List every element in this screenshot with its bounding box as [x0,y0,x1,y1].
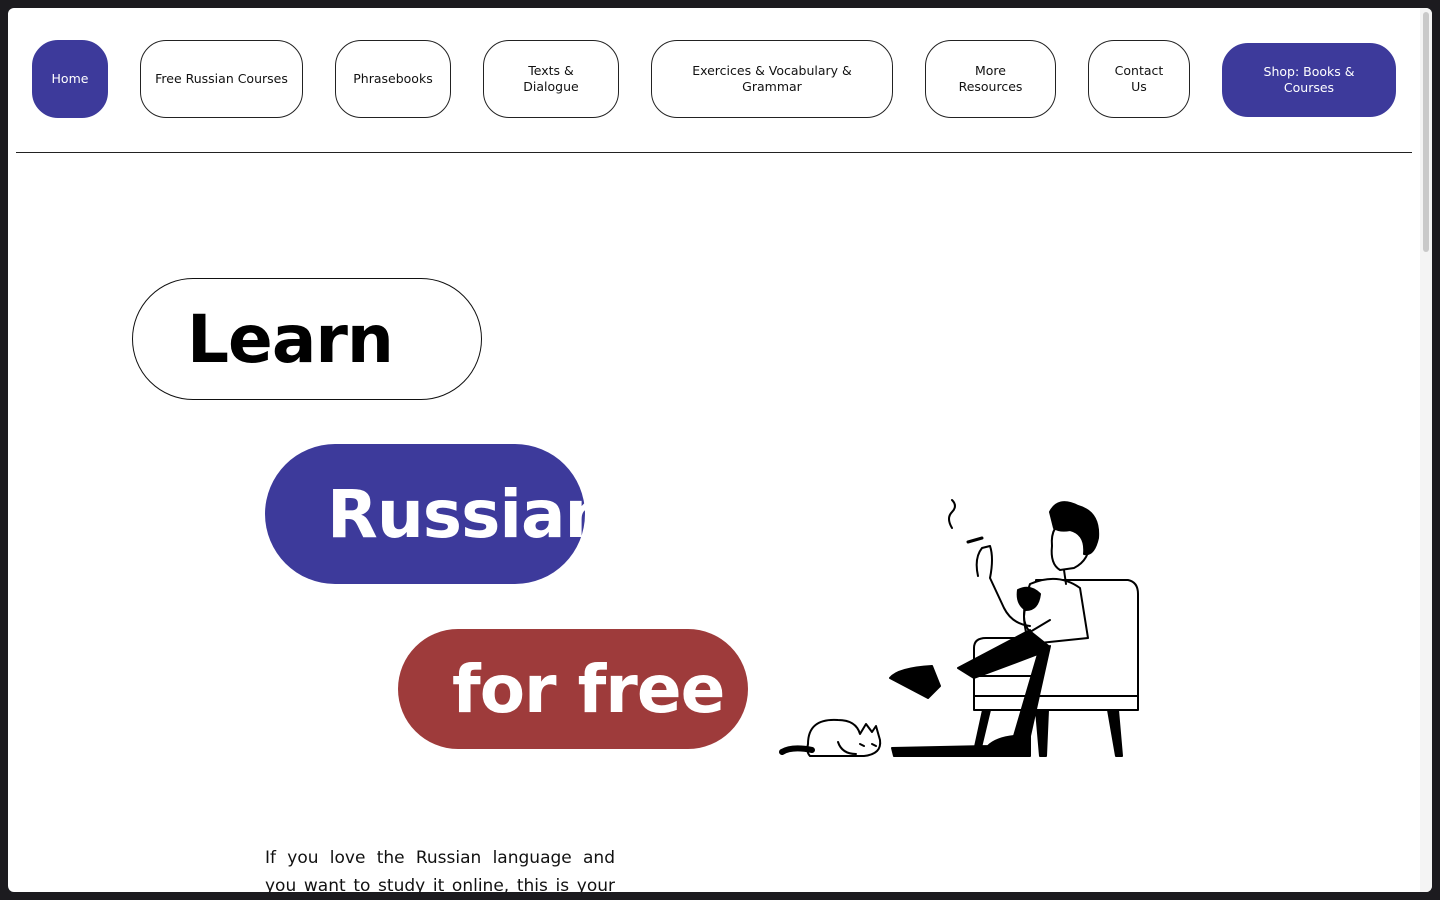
nav-free-russian-courses-button[interactable]: Free Russian Courses [140,40,303,118]
nav-phrasebooks-button[interactable]: Phrasebooks [335,40,451,118]
hero-pill-learn: Learn [132,278,482,400]
nav-more-resources-button[interactable]: More Resources [925,40,1056,118]
man-in-armchair-with-cat-illustration [779,499,1139,757]
scrollbar-thumb[interactable] [1423,12,1429,252]
hero-word-for-free: for free [452,650,725,728]
hero-pill-russian: Russian [265,444,612,584]
nav-home-button[interactable]: Home [32,40,108,118]
page-scrollbar[interactable] [1420,8,1432,892]
hero-word-russian: Russian [327,475,612,553]
browser-viewport: Home Free Russian Courses Phrasebooks Te… [8,8,1432,892]
hero-pill-for-free: for free [398,629,748,749]
nav-exercises-button[interactable]: Exercices & Vocabulary & Grammar [651,40,893,118]
nav-shop-button[interactable]: Shop: Books & Courses [1222,43,1396,117]
nav-contact-us-button[interactable]: Contact Us [1088,40,1190,118]
hero-word-learn: Learn [187,300,394,378]
nav-texts-dialogue-button[interactable]: Texts & Dialogue [483,40,619,118]
intro-paragraph: If you love the Russian language and you… [265,848,615,892]
nav-divider [16,152,1412,153]
